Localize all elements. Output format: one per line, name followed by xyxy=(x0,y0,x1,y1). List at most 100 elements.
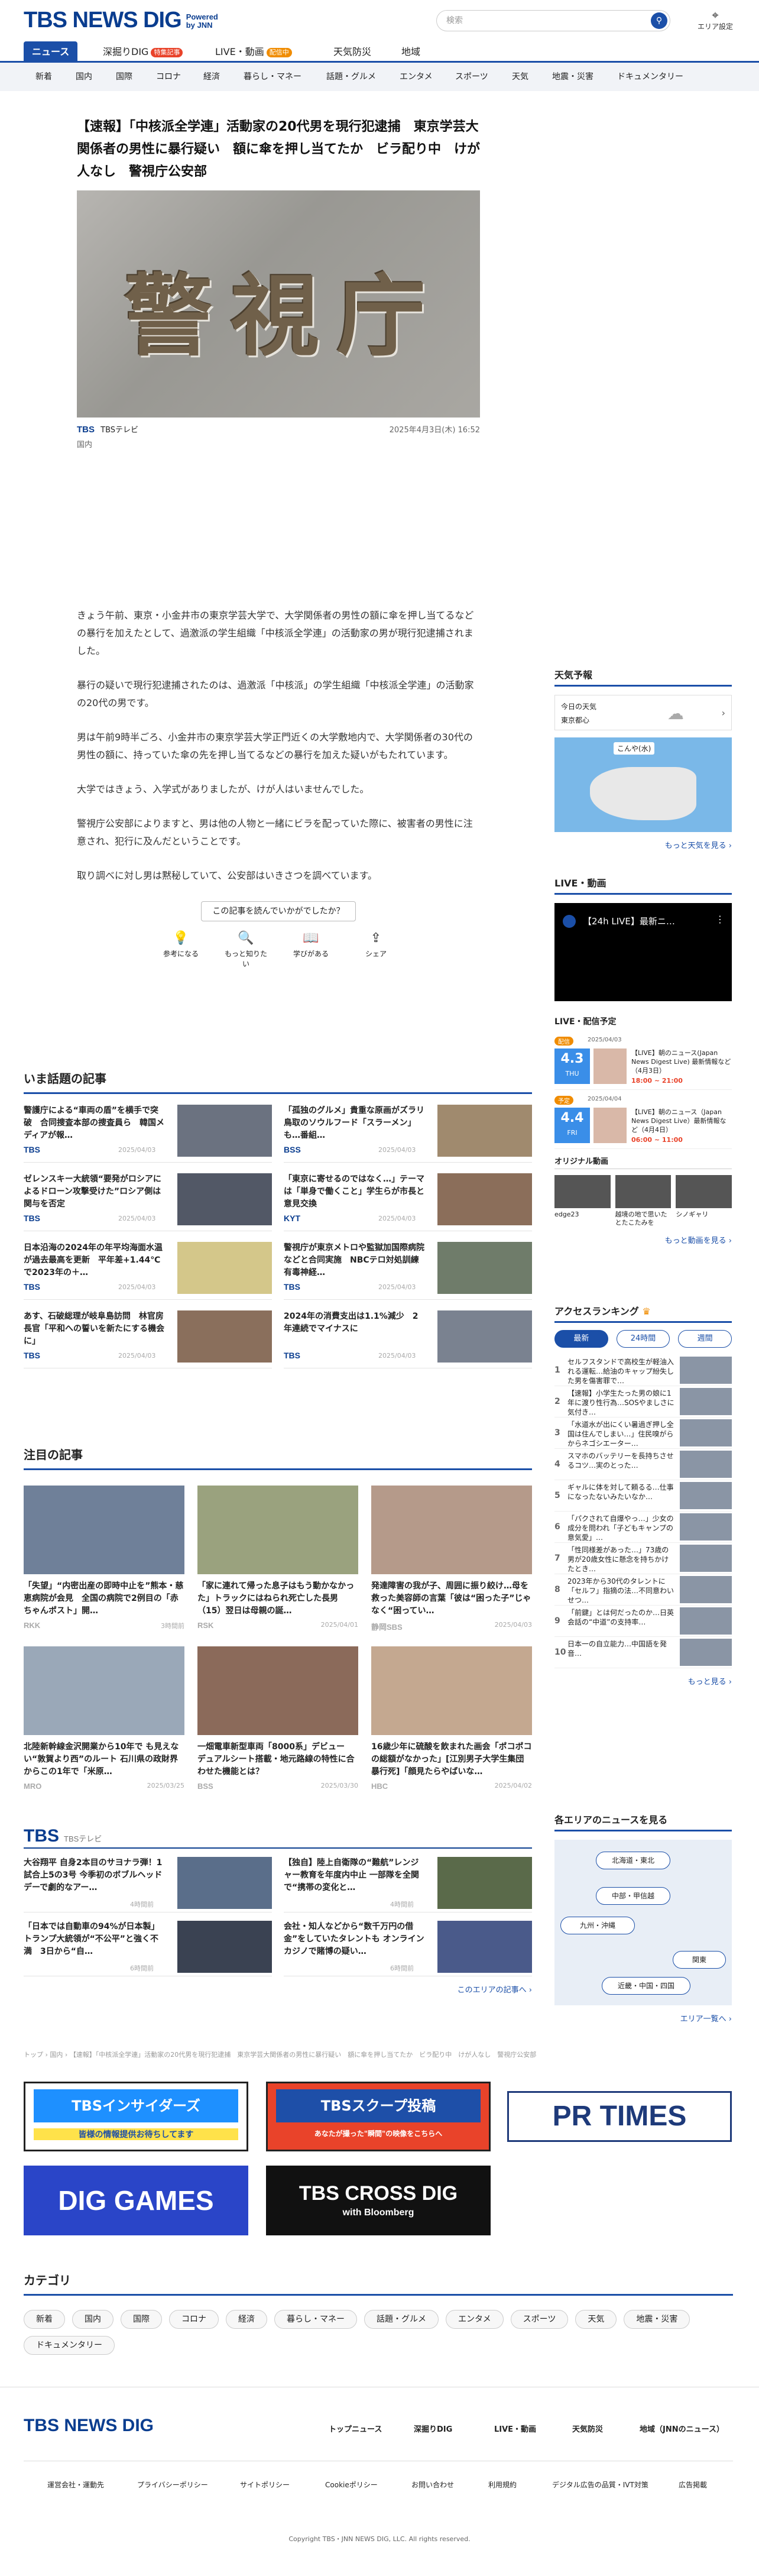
ranking-item[interactable]: 7 「性同様差があった…」73歳の男が20歳女性に懸念を持ちかけたとき… xyxy=(554,1543,732,1574)
share-button[interactable]: ⇪ シェア xyxy=(352,931,400,969)
tab-region[interactable]: 地域 xyxy=(393,41,429,63)
trending-card[interactable]: 警視庁が東京メトロや監獄加国際病院などと合同実施 NBCテロ対処訓練 有毒神経…… xyxy=(284,1231,532,1300)
featured-card[interactable]: 発達障害の我が子、周囲に振り絞け…母を救った美容師の言葉「彼は“困った子”じゃな… xyxy=(371,1486,532,1632)
ranking-item[interactable]: 9 「前鍵」とは何だったのか…日英会話の“中道”の支持率… xyxy=(554,1606,732,1637)
area-button[interactable]: 九州・沖縄 xyxy=(560,1917,635,1934)
trending-card[interactable]: 2024年の消費支出は1.1%減少 2年連続でマイナスに TBS 2025/04/0… xyxy=(284,1300,532,1368)
feedback-learn-button[interactable]: 📖 学びがある xyxy=(287,931,335,969)
category-chip[interactable]: ドキュメンタリー xyxy=(24,2336,115,2355)
category-chip[interactable]: 天気 xyxy=(575,2310,617,2329)
footer-nav-item[interactable]: 深掘りDIG xyxy=(414,2423,452,2434)
ranking-item[interactable]: 8 2023年から30代のタレントに「セルフ」指摘の法…不同意わいせつ… xyxy=(554,1574,732,1606)
subnav-item[interactable]: 新着 xyxy=(35,63,52,91)
breadcrumb-item[interactable]: 国内 xyxy=(50,2051,63,2059)
tab-news[interactable]: ニュース xyxy=(24,41,78,63)
live-video-player[interactable]: 【24h LIVE】最新ニ… ⋮ xyxy=(554,903,732,1001)
subnav-item[interactable]: コロナ xyxy=(156,63,181,91)
source-name[interactable]: TBSテレビ xyxy=(100,426,138,435)
search-input[interactable]: 検索 ⚲ xyxy=(436,10,670,31)
footer-link[interactable]: 運営会社・運動先 xyxy=(47,2480,104,2490)
area-button[interactable]: 近畿・中国・四国 xyxy=(602,1977,690,1995)
original-video-card[interactable]: 越境の地で思いたとたこたみを xyxy=(615,1175,672,1227)
footer-link[interactable]: Cookieポリシー xyxy=(325,2480,378,2490)
trending-card[interactable]: 「孤独のグルメ」貴重な原画がズラリ 鳥取のソウルフード「スラーメン」も…番組… B… xyxy=(284,1094,532,1163)
area-button[interactable]: 関東 xyxy=(673,1951,726,1969)
ranking-item[interactable]: 5 ギャルに体を対して頼るる…仕事になったないみたいなか… xyxy=(554,1480,732,1512)
ranking-more-link[interactable]: もっと見る › xyxy=(554,1675,732,1687)
weather-more-link[interactable]: もっと天気を見る › xyxy=(554,839,732,850)
footer-nav-item[interactable]: 天気防災 xyxy=(572,2423,603,2434)
subnav-item[interactable]: 話題・グルメ xyxy=(326,63,376,91)
site-logo[interactable]: TBS NEWS DIG Powered by JNN xyxy=(24,8,228,32)
footer-nav-item[interactable]: トップニュース xyxy=(329,2423,382,2434)
footer-link[interactable]: 利用規約 xyxy=(488,2480,517,2490)
subnav-item[interactable]: ドキュメンタリー xyxy=(617,63,683,91)
category-chip[interactable]: 暮らし・マネー xyxy=(274,2310,357,2329)
subnav-item[interactable]: スポーツ xyxy=(455,63,488,91)
featured-card[interactable]: 16歳少年に硫酸を飲まれた画会「ポコポコの総額がなかった」[江別男子大学生集団暴… xyxy=(371,1646,532,1791)
tbs-card[interactable]: 大谷翔平 自身2本目のサヨナラ弾！1試合上5の3号 今季初のボブルヘッドデーで劇… xyxy=(24,1849,272,1912)
footer-nav-item[interactable]: 地域（JNNのニュース） xyxy=(640,2423,724,2434)
ranking-item[interactable]: 6 「パクされて自爆やっ…」少女の成分を問われ「子どもキャンプの意気愛」… xyxy=(554,1512,732,1543)
trending-card[interactable]: あす、石破総理が岐阜島訪問 林官房長官「平和への誓いを新たにする機会に」 TBS 2… xyxy=(24,1300,272,1368)
area-setting-button[interactable]: ⌖ エリア設定 xyxy=(692,8,739,31)
ranking-item[interactable]: 2 【速報】小学生たった男の娘に1年に渡り性行為…SOSやましさに気付き… xyxy=(554,1386,732,1418)
tbs-more-link[interactable]: このエリアの記事へ › xyxy=(24,1983,532,1995)
ranking-tab-latest[interactable]: 最新 xyxy=(554,1330,608,1348)
footer-nav-item[interactable]: LIVE・動画 xyxy=(494,2423,536,2434)
article-category[interactable]: 国内 xyxy=(77,438,480,449)
more-vert-icon[interactable]: ⋮ xyxy=(715,914,725,925)
weather-map[interactable]: こんや(水) xyxy=(554,737,732,832)
subnav-item[interactable]: 国内 xyxy=(76,63,92,91)
category-chip[interactable]: 新着 xyxy=(24,2310,65,2329)
ranking-tab-24h[interactable]: 24時間 xyxy=(616,1330,670,1348)
category-chip[interactable]: 話題・グルメ xyxy=(364,2310,439,2329)
featured-card[interactable]: 「失望」“内密出産の即時中止を”熊本・慈恵病院が会見 全国の病院で2例目の「赤ち… xyxy=(24,1486,184,1632)
tab-dig[interactable]: 深掘りDIG 特集記事 xyxy=(95,41,191,63)
trending-card[interactable]: 警護庁による“車両の盾”を横手で突破 合同捜査本部の捜査員ら 韓国メディアが報…… xyxy=(24,1094,272,1163)
category-chip[interactable]: 国内 xyxy=(72,2310,113,2329)
category-chip[interactable]: エンタメ xyxy=(446,2310,504,2329)
category-chip[interactable]: 国際 xyxy=(121,2310,162,2329)
banner-scoop[interactable]: TBSスクープ投稿 あなたが撮った"瞬間"の映像をこちらへ xyxy=(266,2082,491,2151)
tab-live[interactable]: LIVE・動画 配信中 xyxy=(207,41,300,63)
footer-link[interactable]: サイトポリシー xyxy=(240,2480,290,2490)
banner-insiders[interactable]: TBSインサイダーズ 皆様の情報提供お待ちしてます xyxy=(24,2082,248,2151)
area-more-link[interactable]: エリア一覧へ › xyxy=(554,2012,732,2024)
breadcrumb-item[interactable]: トップ xyxy=(24,2051,43,2059)
category-chip[interactable]: スポーツ xyxy=(510,2310,569,2329)
feedback-more-button[interactable]: 🔍 もっと知りたい xyxy=(222,931,270,969)
video-more-link[interactable]: もっと動画を見る › xyxy=(554,1234,732,1245)
category-chip[interactable]: コロナ xyxy=(169,2310,219,2329)
search-icon[interactable]: ⚲ xyxy=(651,12,667,29)
schedule-item[interactable]: 予定 2025/04/04 4.4 FRI 【LIVE】朝のニュース（Japan New… xyxy=(554,1096,732,1149)
footer-logo[interactable]: TBS NEWS DIG xyxy=(24,2416,154,2436)
category-chip[interactable]: 地震・災害 xyxy=(624,2310,690,2329)
area-button[interactable]: 北海道・東北 xyxy=(596,1852,670,1869)
ranking-item[interactable]: 10 日本一の自立能力…中国語を発音… xyxy=(554,1637,732,1668)
subnav-item[interactable]: 天気 xyxy=(512,63,528,91)
featured-card[interactable]: 北陸新幹線金沢開業から10年で も見えない“敦賀より西”のルート 石川県の政財界… xyxy=(24,1646,184,1791)
category-chip[interactable]: 経済 xyxy=(226,2310,267,2329)
tab-weather[interactable]: 天気防災 xyxy=(325,41,380,63)
banner-diggames[interactable]: DIG GAMES xyxy=(24,2166,248,2235)
featured-card[interactable]: 一畑電車新型車両「8000系」デビュー デュアルシート搭載・地元路線の特性に合わ… xyxy=(197,1646,358,1791)
footer-link[interactable]: プライバシーポリシー xyxy=(137,2480,208,2490)
area-button[interactable]: 中部・甲信越 xyxy=(596,1887,670,1905)
trending-card[interactable]: 日本沿海の2024年の年平均海面水温が過去最高を更新 平年差+1.44℃で202… xyxy=(24,1231,272,1300)
banner-prtimes[interactable]: PR TIMES xyxy=(507,2091,732,2142)
schedule-item[interactable]: 配信 2025/04/03 4.3 THU 【LIVE】朝のニュース(Japan New… xyxy=(554,1037,732,1090)
subnav-item[interactable]: エンタメ xyxy=(400,63,433,91)
footer-link[interactable]: デジタル広告の品質・IVT対策 xyxy=(552,2480,648,2490)
feedback-helpful-button[interactable]: 💡 参考になる xyxy=(157,931,205,969)
subnav-item[interactable]: 国際 xyxy=(116,63,132,91)
original-video-card[interactable]: シノギャリ xyxy=(676,1175,732,1227)
tbs-card[interactable]: 会社・知人などから“数千万円の借金”をしていたタレントも オンラインカジノで賭博… xyxy=(284,1912,532,1976)
tbs-card[interactable]: 「日本では自動車の94%が日本製」トランプ大統領が“不公平”と強く不満 3日から… xyxy=(24,1912,272,1976)
ranking-item[interactable]: 1 セルフスタンドで高校生が軽油入れる運転…給油のキャップ紛失した男を傷害罪で… xyxy=(554,1355,732,1386)
footer-link[interactable]: 広告掲載 xyxy=(679,2480,707,2490)
weather-today[interactable]: 今日の天気 東京都心 ☁ › xyxy=(554,695,732,730)
ranking-item[interactable]: 3 「水道水が出にくい暑過ぎ押し全国は住んでしまい…」住民嗅がらからネゴシエーター… xyxy=(554,1418,732,1449)
subnav-item[interactable]: 経済 xyxy=(203,63,220,91)
original-video-card[interactable]: edge23 xyxy=(554,1175,611,1227)
